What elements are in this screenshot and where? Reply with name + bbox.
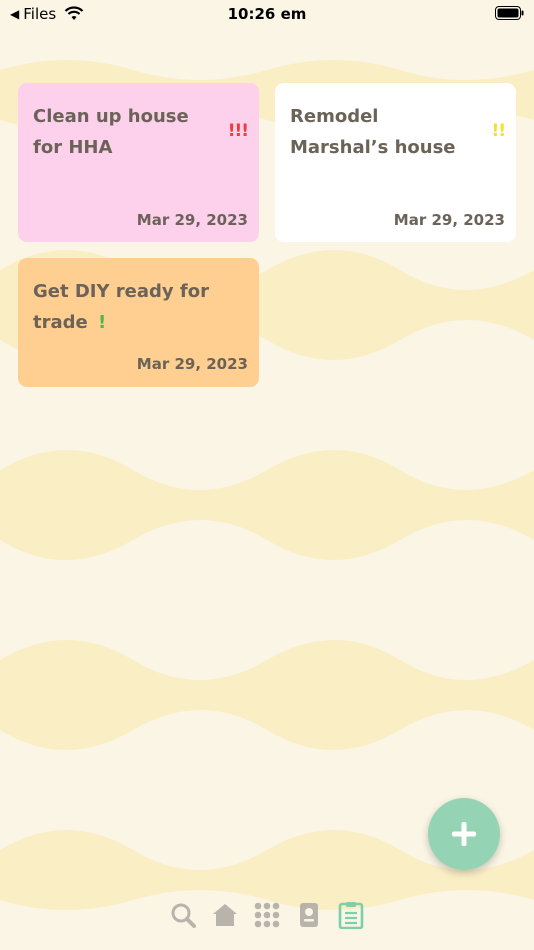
todo-date: Mar 29, 2023: [393, 211, 505, 229]
todo-priority: !!!: [227, 121, 249, 141]
tab-home[interactable]: [211, 901, 239, 929]
todo-card[interactable]: Clean up house for HHA !!! Mar 29, 2023: [18, 83, 259, 242]
add-todo-button[interactable]: [428, 798, 500, 870]
todo-priority: !!: [491, 121, 505, 141]
tab-passport[interactable]: [295, 901, 323, 929]
passport-icon: [300, 903, 318, 927]
todo-date: Mar 29, 2023: [136, 355, 248, 373]
todo-date: Mar 29, 2023: [136, 211, 248, 229]
todo-title-text: Get DIY ready for trade: [33, 281, 209, 333]
grid-icon: [254, 902, 280, 928]
todo-priority: !: [98, 312, 107, 333]
todo-title: Get DIY ready for trade !: [33, 276, 248, 338]
tab-todo[interactable]: [337, 901, 365, 929]
plus-icon: [452, 822, 476, 846]
battery-indicator: [495, 6, 524, 24]
tab-bar: [0, 895, 534, 935]
todo-card[interactable]: Get DIY ready for trade ! Mar 29, 2023: [18, 258, 259, 387]
tab-catalog[interactable]: [253, 901, 281, 929]
home-icon: [213, 904, 237, 926]
tab-search[interactable]: [169, 901, 197, 929]
status-bar: ◀ Files 10:26 em: [0, 0, 534, 30]
todo-title: Clean up house for HHA: [33, 106, 189, 158]
clipboard-icon: [338, 902, 364, 929]
battery-icon: [495, 6, 524, 20]
todo-title: Remodel Marshal’s house: [290, 106, 456, 158]
status-time: 10:26 em: [227, 5, 307, 23]
search-icon: [171, 903, 196, 928]
todo-card[interactable]: Remodel Marshal’s house !! Mar 29, 2023: [275, 83, 516, 242]
